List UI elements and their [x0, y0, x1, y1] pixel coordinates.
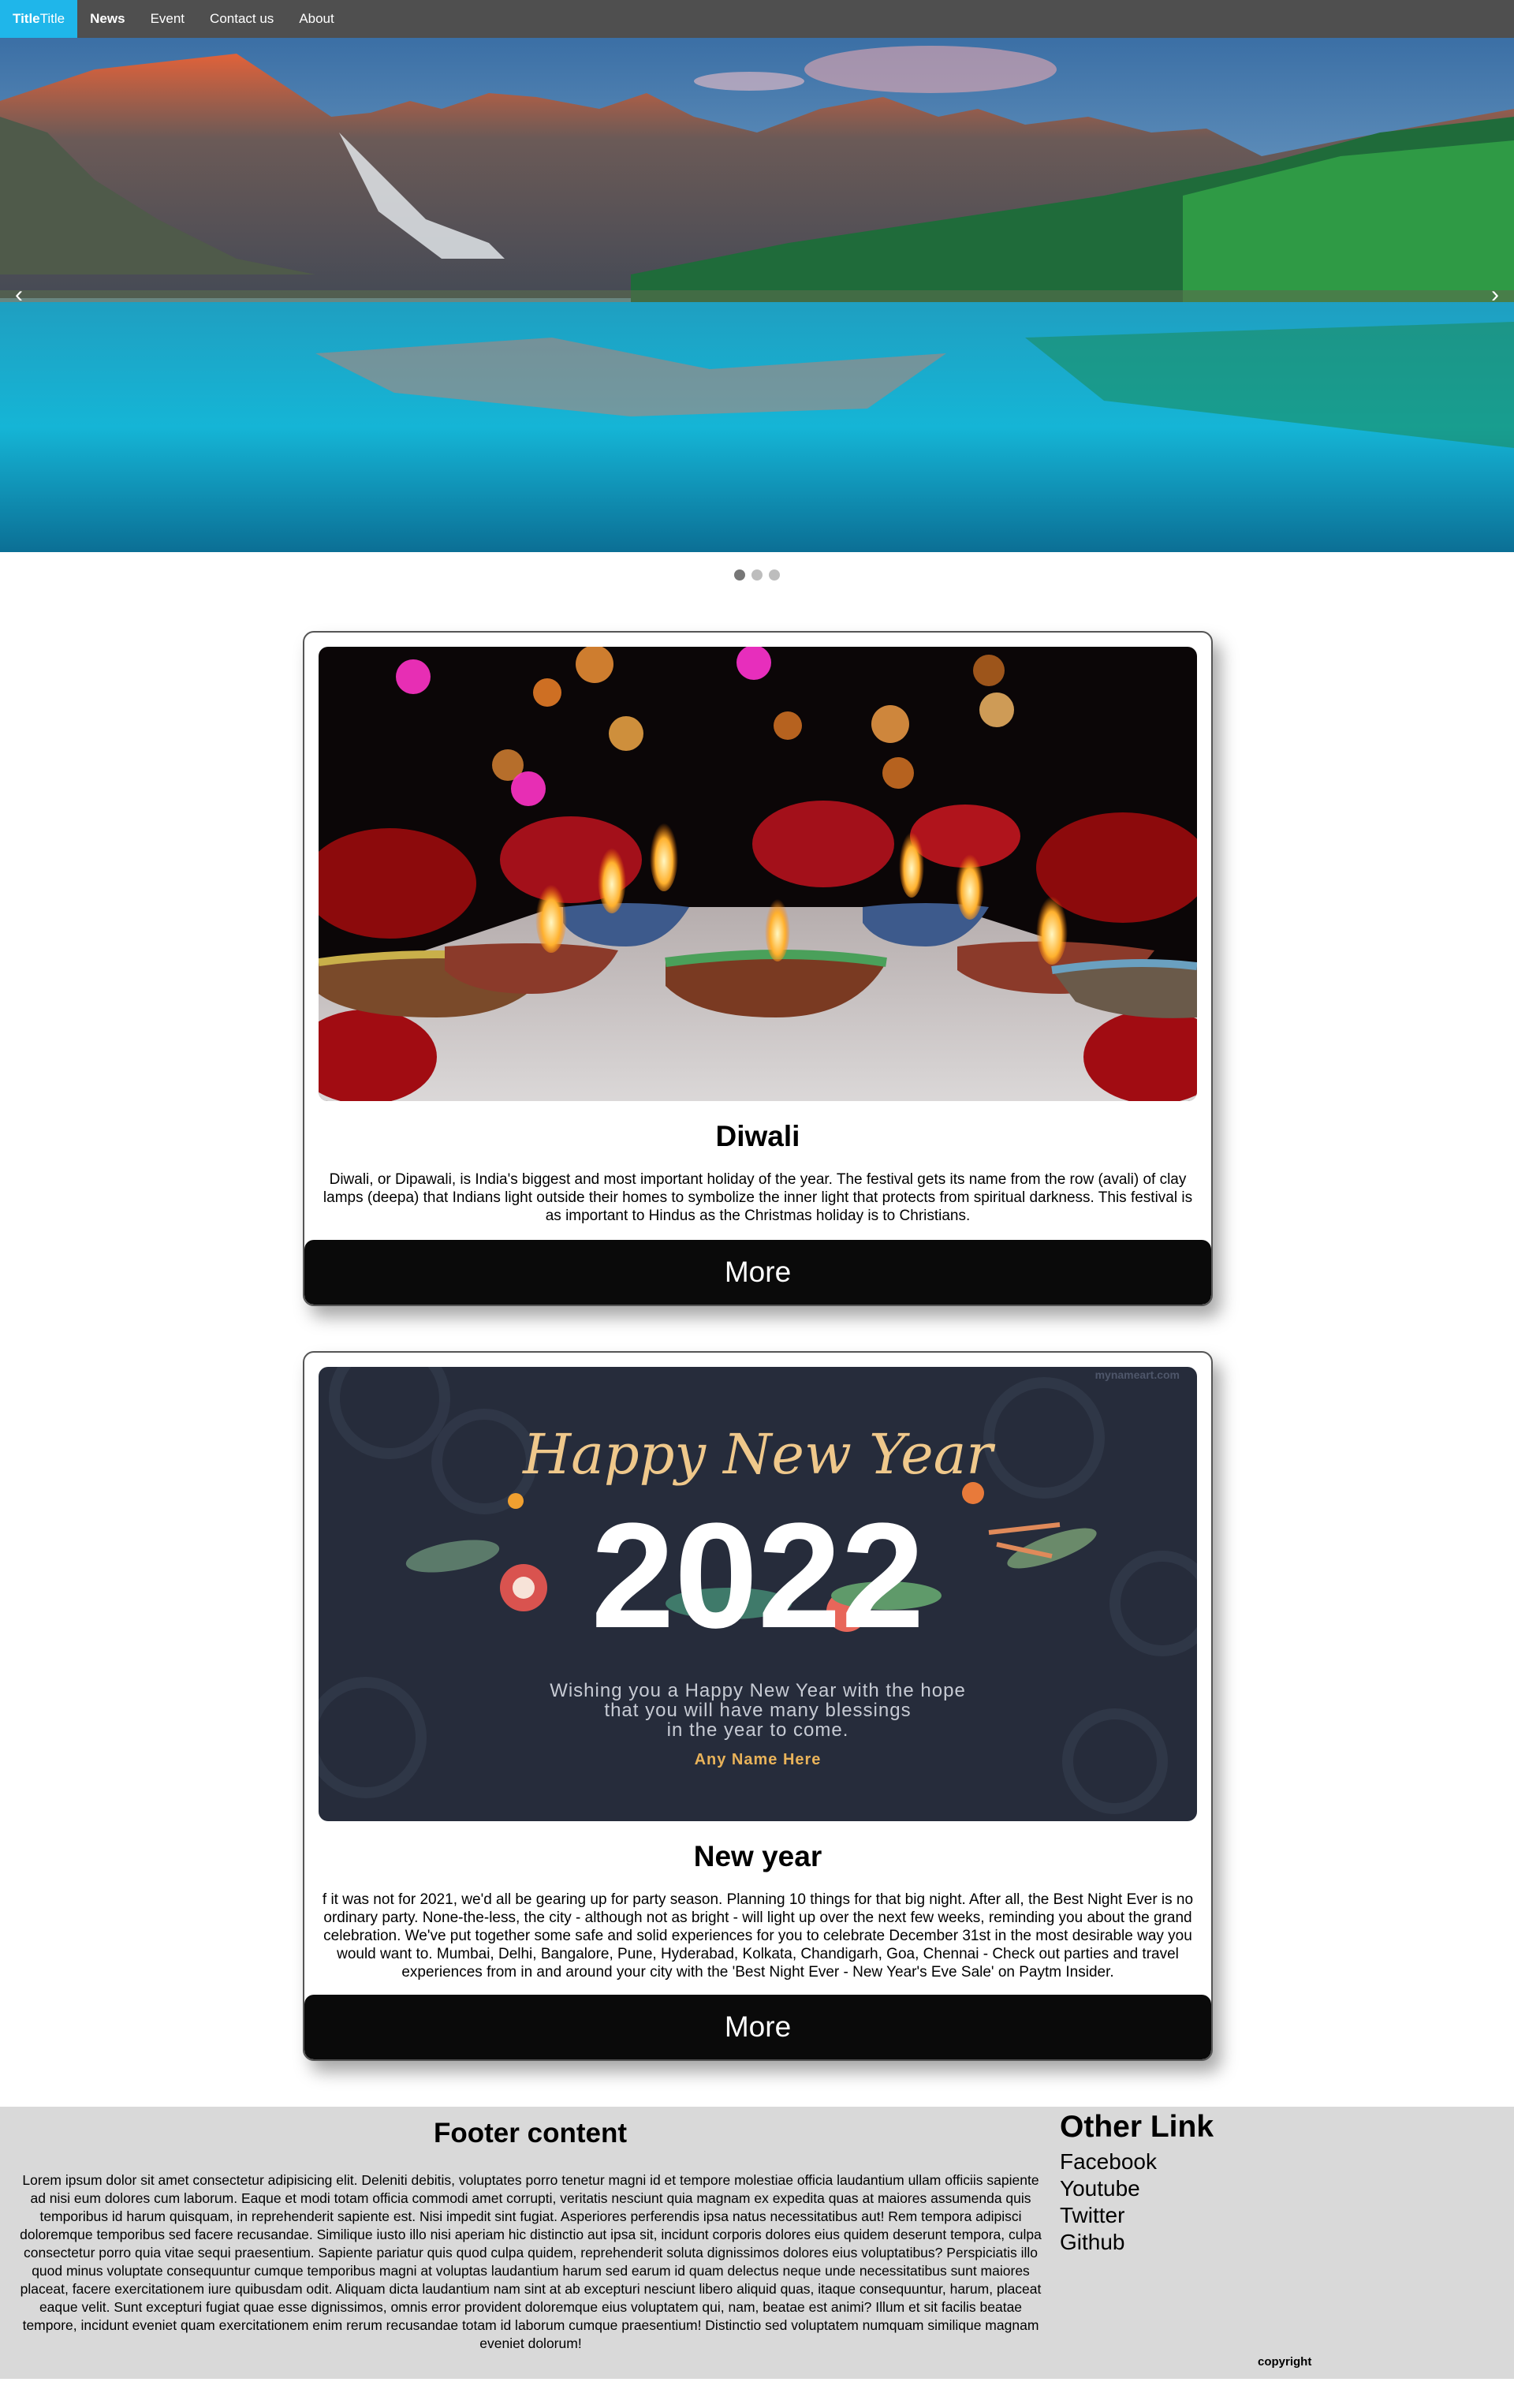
happy-new-year-headline: Happy New Year: [523, 1422, 993, 1487]
other-links-title: Other Link: [1060, 2110, 1214, 2144]
copyright-text: copyright: [1258, 2355, 1312, 2369]
brand-part-1: Title: [13, 11, 40, 26]
card-title: New year: [693, 1840, 822, 1872]
mountain-lake-image: [0, 38, 1514, 552]
wish-line-3: in the year to come.: [666, 1719, 849, 1741]
footer: Footer content Lorem ipsum dolor sit ame…: [0, 2107, 1514, 2379]
hero-carousel-slide: [0, 38, 1514, 552]
more-button[interactable]: More: [304, 1995, 1211, 2059]
footer-text: Lorem ipsum dolor sit amet consectetur a…: [20, 2172, 1042, 2351]
nav-link-event[interactable]: Event: [138, 0, 197, 38]
carousel-prev-icon[interactable]: ‹: [3, 38, 35, 552]
more-button[interactable]: More: [304, 1240, 1211, 1305]
carousel-dot-1[interactable]: [734, 569, 745, 581]
footer-title: Footer content: [434, 2118, 627, 2149]
top-navbar: Title Title News Event Contact us About: [0, 0, 1514, 38]
carousel-indicators: [0, 569, 1514, 581]
card-description: f it was not for 2021, we'd all be geari…: [322, 1891, 1194, 1981]
wish-line-2: that you will have many blessings: [604, 1700, 912, 1721]
footer-link-github[interactable]: Github: [1060, 2230, 1125, 2255]
new-year-image: mynameart.com Happy New Year 2022 Wishin…: [319, 1367, 1197, 1821]
wish-line-1: Wishing you a Happy New Year with the ho…: [550, 1680, 966, 1701]
carousel-next-icon[interactable]: ›: [1479, 38, 1511, 552]
name-placeholder: Any Name Here: [694, 1751, 822, 1768]
carousel-dot-3[interactable]: [769, 569, 780, 581]
nav-link-contact[interactable]: Contact us: [197, 0, 286, 38]
brand-part-2: Title: [39, 11, 65, 26]
card-title: Diwali: [715, 1120, 800, 1152]
nav-link-news[interactable]: News: [77, 0, 137, 38]
news-card-new-year: mynameart.com Happy New Year 2022 Wishin…: [303, 1351, 1213, 2061]
watermark-text: mynameart.com: [1094, 1368, 1180, 1381]
footer-link-twitter[interactable]: Twitter: [1060, 2203, 1124, 2228]
wish-message: Wishing you a Happy New Year with the ho…: [319, 1681, 1197, 1740]
footer-link-youtube[interactable]: Youtube: [1060, 2176, 1140, 2201]
news-card-diwali: Diwali Diwali, or Dipawali, is India's b…: [303, 631, 1213, 1306]
brand-logo[interactable]: Title Title: [0, 0, 78, 38]
year-2022: 2022: [591, 1492, 925, 1659]
carousel-dot-2[interactable]: [751, 569, 763, 581]
footer-link-facebook[interactable]: Facebook: [1060, 2149, 1157, 2175]
card-description: Diwali, or Dipawali, is India's biggest …: [323, 1171, 1193, 1224]
diwali-image: [319, 647, 1197, 1101]
nav-link-about[interactable]: About: [286, 0, 346, 38]
